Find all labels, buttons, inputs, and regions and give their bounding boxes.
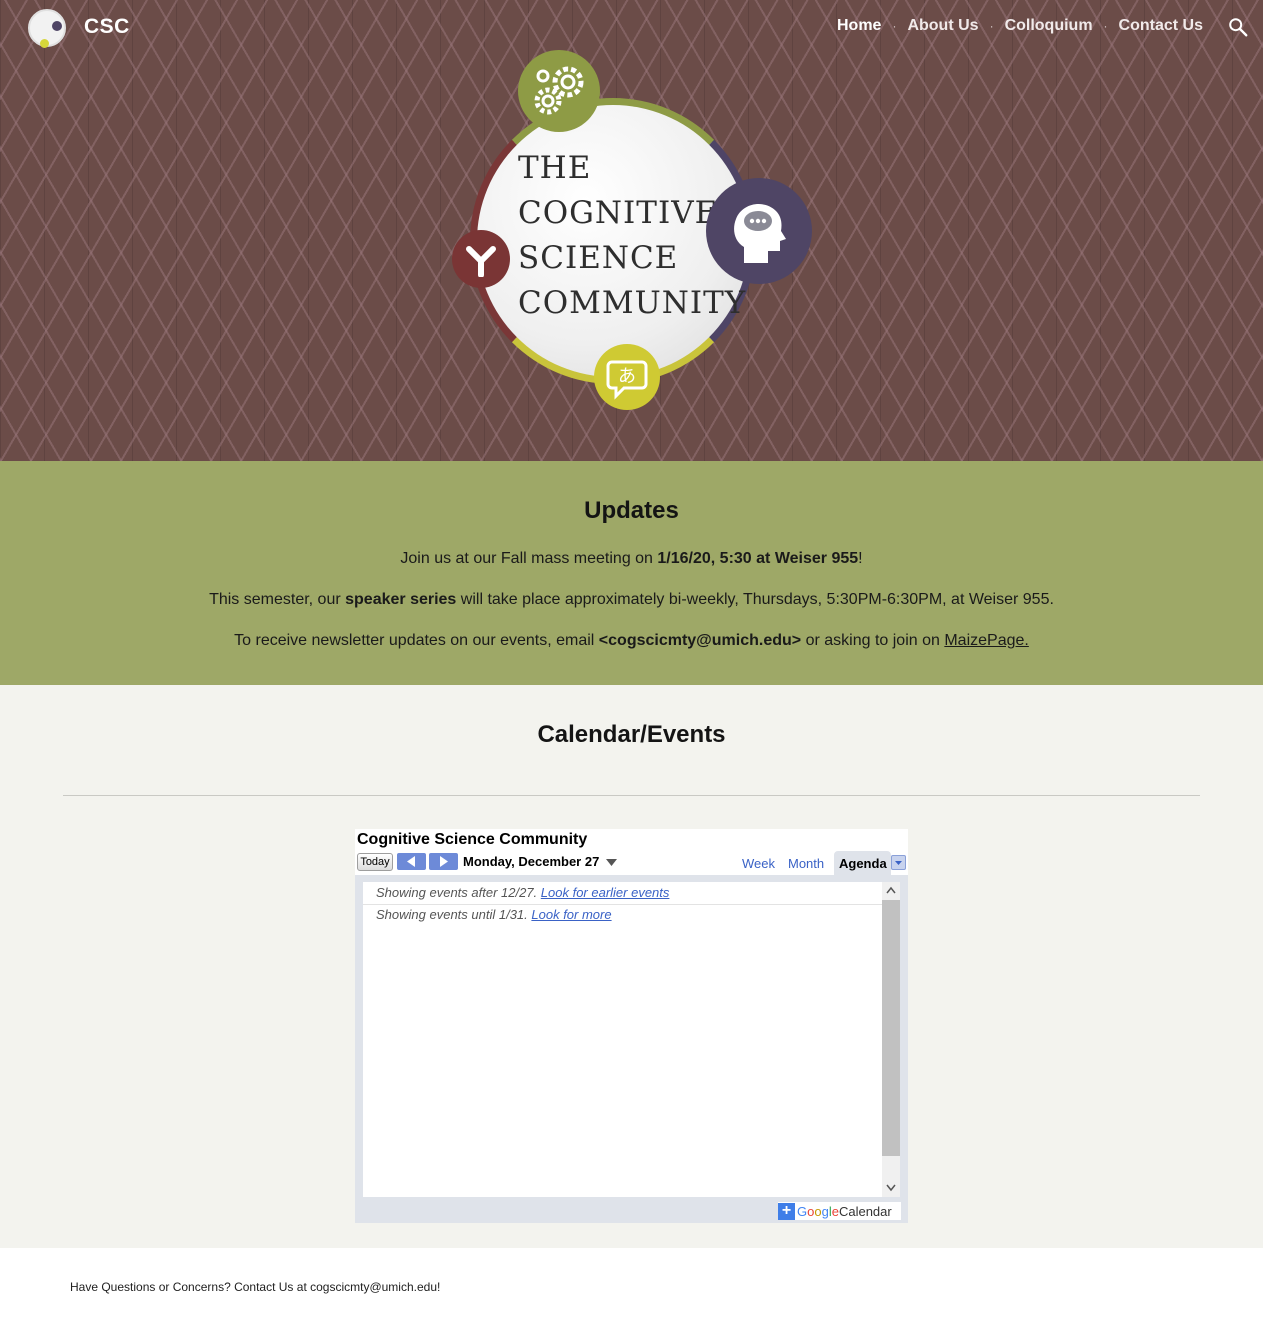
agenda-notice-earlier: Showing events after 12/27. Look for ear… [376,885,669,900]
hero-banner: CSC Home · About Us · Colloquium · Conta… [0,0,1263,461]
current-date-label[interactable]: Monday, December 27 [463,854,599,869]
agenda-notice-text: Showing events until 1/31. [376,907,532,922]
brand-letter: g [821,1203,829,1219]
site-logo[interactable] [28,9,66,48]
agenda-notice-text: Showing events after 12/27. [376,885,541,900]
today-button[interactable]: Today [357,853,393,871]
update-newsletter: To receive newsletter updates on our eve… [0,632,1263,650]
update-text: Join us at our Fall mass meeting on [400,550,658,567]
nav-separator: · [892,19,897,33]
update-mass-meeting: Join us at our Fall mass meeting on 1/16… [0,550,1263,568]
tab-month[interactable]: Month [788,856,824,871]
branch-icon [452,230,510,288]
agenda-notice-more: Showing events until 1/31. Look for more [376,907,612,922]
csc-emblem-logo: THE COGNITIVE SCIENCE COMMUNITY あ [446,46,816,414]
scroll-up-icon[interactable] [886,886,896,894]
update-text: or asking to join on [801,632,945,649]
emblem-text-line: THE [518,150,592,186]
update-text: will take place approximately bi-weekly,… [456,591,1054,608]
calendar-title: Cognitive Science Community [357,831,588,848]
brand-letter: o [814,1203,822,1219]
chevron-left-icon [407,856,415,867]
emblem-text-line: COMMUNITY [518,285,747,321]
main-nav: Home · About Us · Colloquium · Contact U… [837,17,1203,35]
update-email: <cogscicmty@umich.edu> [598,632,802,649]
chevron-right-icon [440,856,448,867]
update-speaker-series: This semester, our speaker series will t… [0,591,1263,609]
agenda-scrollbar[interactable] [882,882,900,1197]
gears-icon [518,50,600,132]
page-footer: Have Questions or Concerns? Contact Us a… [70,1280,441,1294]
google-calendar-brand: GoogleCalendar [797,1204,892,1219]
agenda-list: Showing events after 12/27. Look for ear… [363,882,882,1197]
add-to-google-calendar-button[interactable]: + GoogleCalendar [778,1202,901,1220]
nav-colloquium[interactable]: Colloquium [1005,17,1093,35]
nav-separator: · [989,19,994,33]
calendar-section: Calendar/Events Cognitive Science Commun… [0,685,1263,1248]
nav-about-us[interactable]: About Us [907,17,978,35]
site-title[interactable]: CSC [84,15,130,39]
nav-separator: · [1103,19,1108,33]
scrollbar-thumb[interactable] [882,900,900,1156]
next-button[interactable] [429,853,458,870]
calendar-heading: Calendar/Events [537,721,726,748]
chevron-down-icon [895,861,902,865]
maizepage-link[interactable]: MaizePage. [944,632,1029,649]
update-text: This semester, our [209,591,346,608]
update-text: To receive newsletter updates on our eve… [234,632,599,649]
emblem-text: THE COGNITIVE SCIENCE COMMUNITY [518,146,747,326]
updates-heading: Updates [584,497,679,524]
head-thought-icon [706,178,812,284]
brand-letter: G [797,1203,808,1219]
emblem-text-line: COGNITIVE [518,195,719,231]
row-divider [363,904,882,905]
agenda-body: Showing events after 12/27. Look for ear… [355,875,908,1223]
tab-agenda[interactable]: Agenda [834,851,891,875]
update-text: ! [858,550,863,567]
prev-button[interactable] [397,853,426,870]
emblem-text-line: SCIENCE [518,240,679,276]
brand-suffix: Calendar [838,1203,892,1219]
calendar-options-dropdown[interactable] [891,855,906,870]
language-bubble-icon: あ [594,344,660,410]
updates-section: Updates Join us at our Fall mass meeting… [0,461,1263,685]
section-divider [63,795,1200,796]
scroll-down-icon[interactable] [886,1184,896,1192]
nav-contact-us[interactable]: Contact Us [1119,17,1203,35]
tab-week[interactable]: Week [742,856,775,871]
update-bold: 1/16/20, 5:30 at Weiser 955 [657,550,859,567]
brand-letter: e [831,1203,839,1219]
search-icon[interactable] [1227,16,1249,38]
update-bold: speaker series [345,591,457,608]
svg-text:あ: あ [618,366,636,387]
caret-down-icon[interactable] [606,859,617,866]
more-events-link[interactable]: Look for more [531,907,611,922]
google-calendar-embed: Cognitive Science Community Today Monday… [355,829,908,1223]
plus-icon: + [778,1202,795,1220]
nav-home[interactable]: Home [837,17,881,35]
earlier-events-link[interactable]: Look for earlier events [541,885,670,900]
